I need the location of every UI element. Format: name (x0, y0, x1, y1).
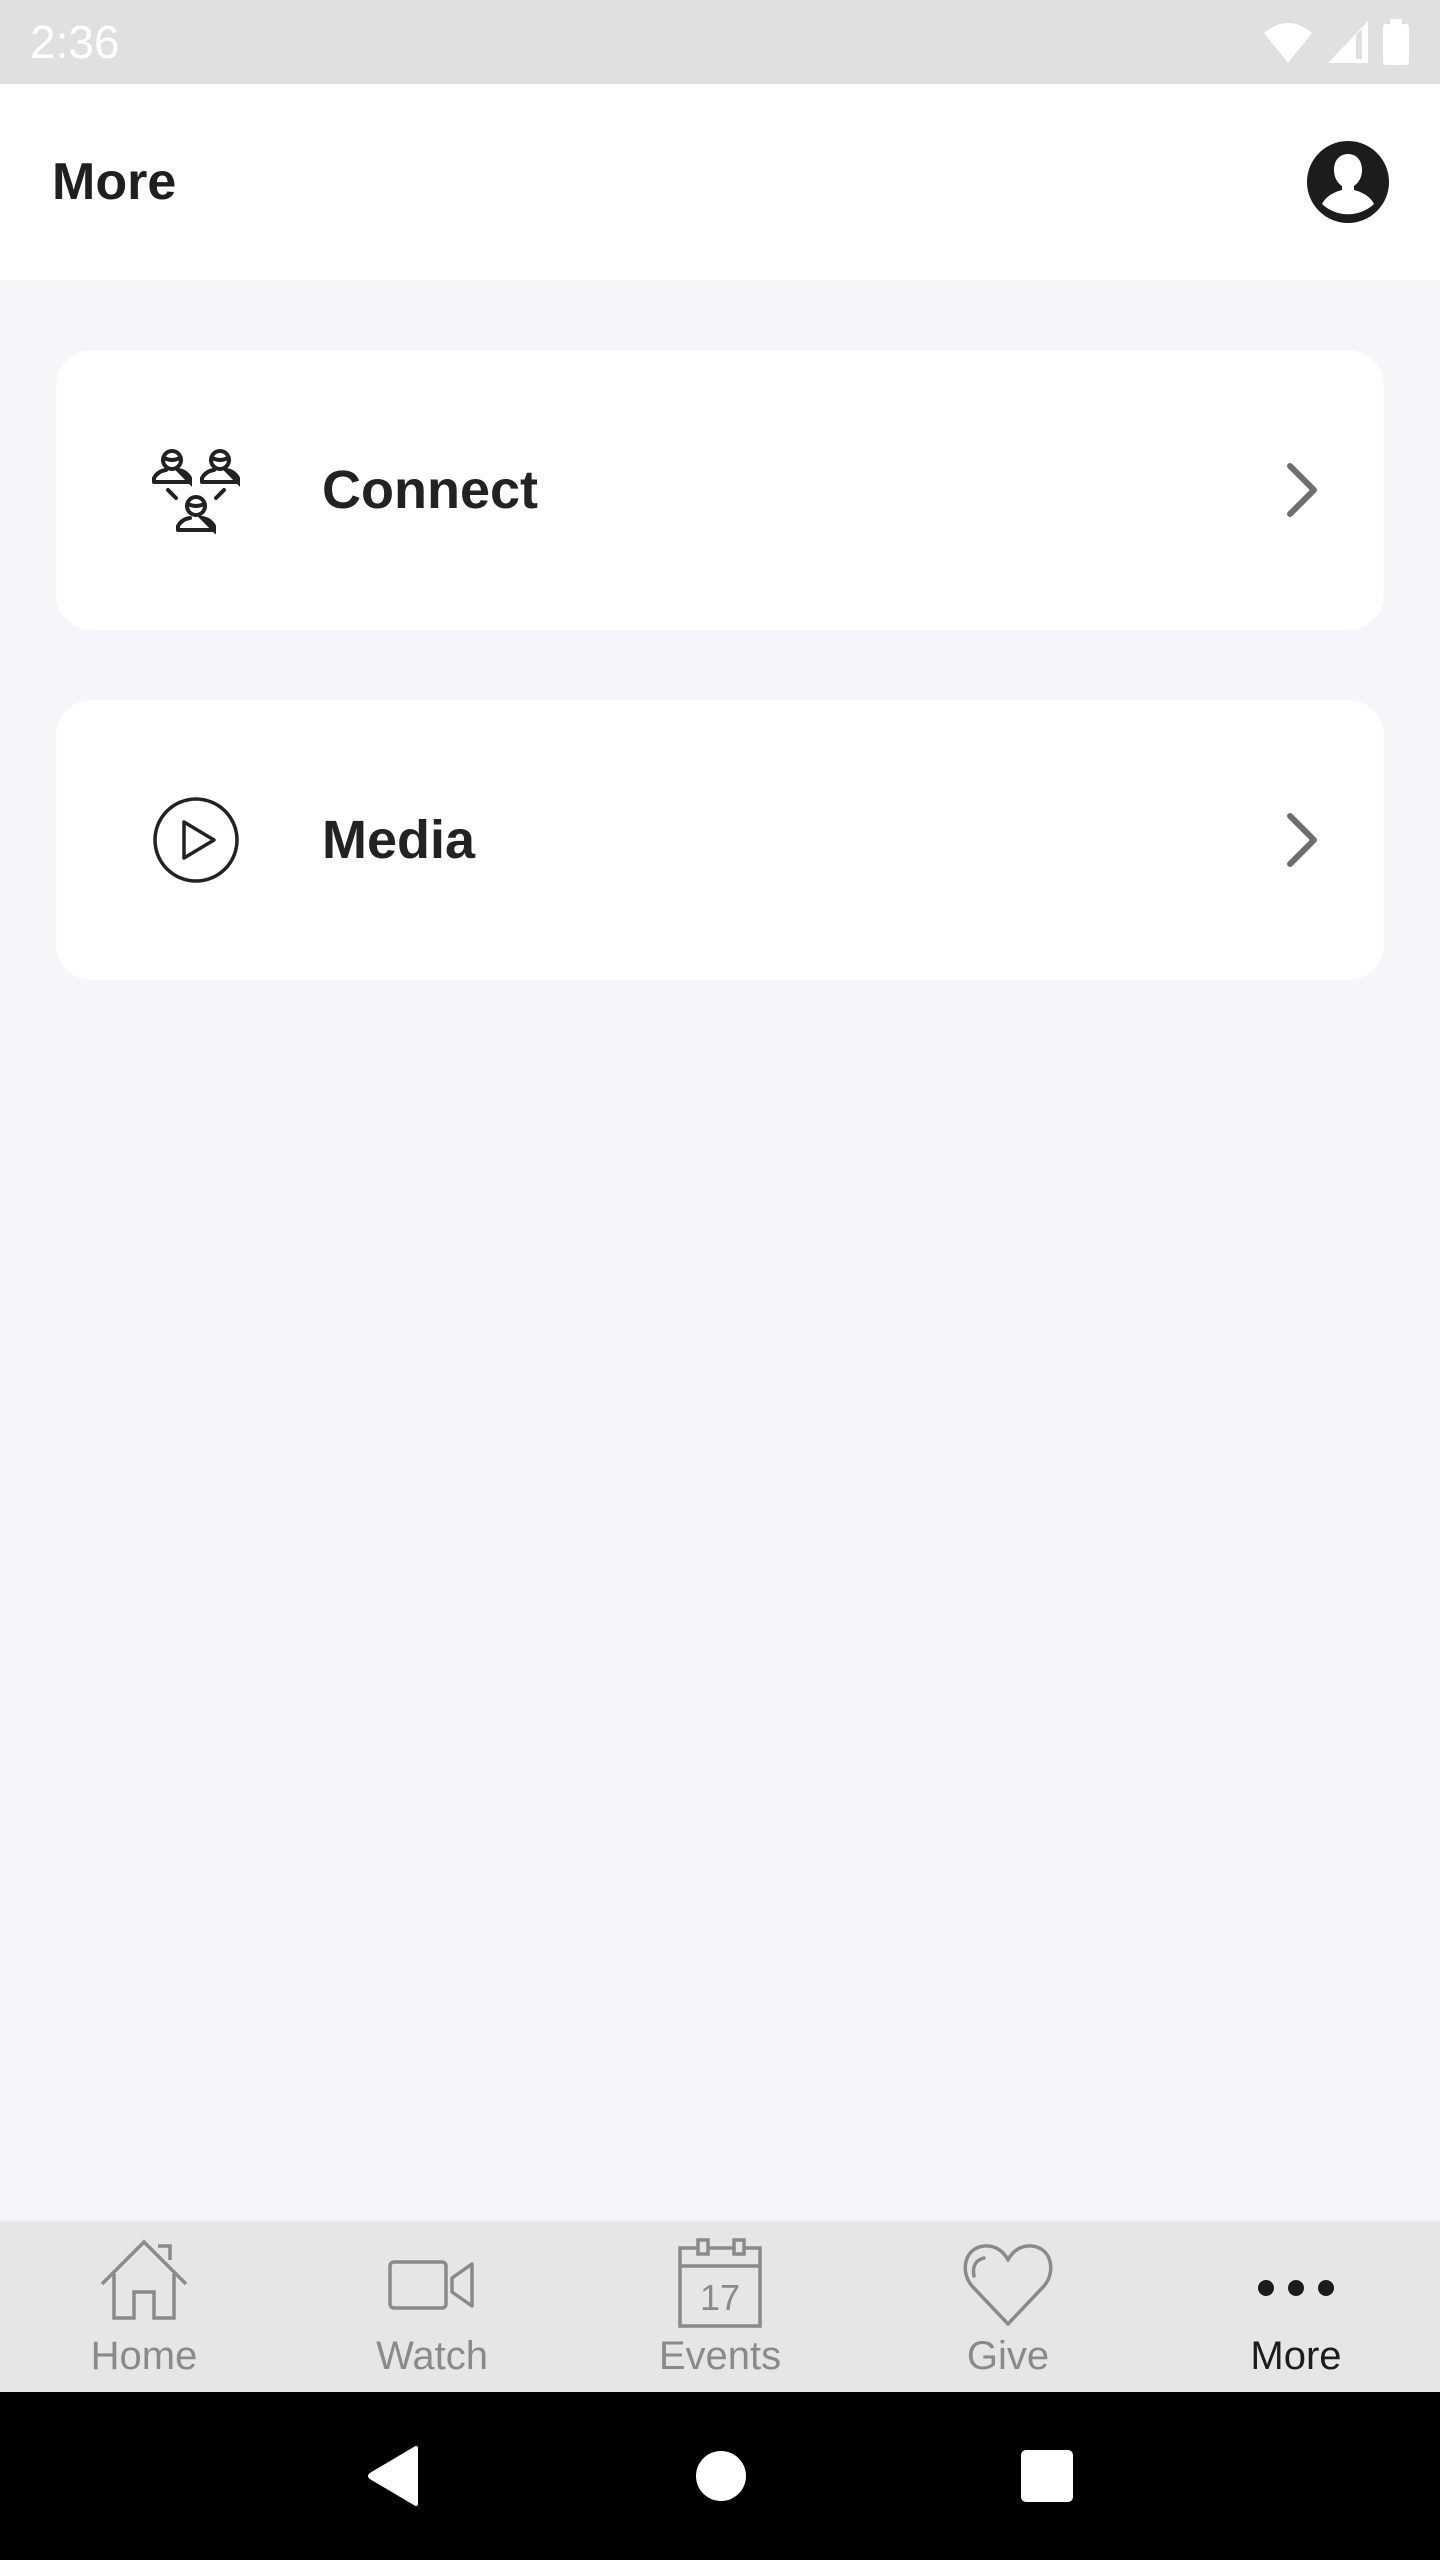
play-circle-icon (153, 797, 239, 883)
people-network-icon (152, 449, 240, 534)
nav-label: Watch (376, 2334, 488, 2378)
nav-tab-watch[interactable]: Watch (288, 2222, 576, 2392)
account-circle-icon[interactable] (1306, 140, 1390, 224)
recents-square-icon[interactable] (1020, 2449, 1074, 2503)
nav-tab-more[interactable]: More (1152, 2222, 1440, 2392)
nav-label: More (1250, 2334, 1342, 2378)
status-time: 2:36 (30, 16, 120, 68)
nav-tab-events[interactable]: 17 Events (576, 2222, 864, 2392)
app-header: More (0, 84, 1440, 280)
wifi-icon (1264, 23, 1312, 63)
more-horizontal-icon (1258, 2280, 1334, 2296)
calendar-icon: 17 (678, 2238, 762, 2328)
nav-tab-home[interactable]: Home (0, 2222, 288, 2392)
page-title: More (52, 153, 177, 211)
menu-item-label: Connect (322, 460, 538, 520)
status-bar: 2:36 (0, 0, 1440, 84)
menu-list: Connect Media (0, 280, 1440, 2220)
calendar-day: 17 (700, 2277, 740, 2318)
video-camera-icon (388, 2260, 474, 2310)
home-circle-icon[interactable] (695, 2450, 747, 2502)
nav-label: Home (90, 2334, 198, 2378)
battery-icon (1383, 19, 1409, 65)
nav-label: Events (658, 2334, 782, 2378)
system-nav-bar (0, 2392, 1440, 2560)
menu-item-connect[interactable]: Connect (56, 350, 1384, 630)
heart-icon (963, 2244, 1053, 2326)
menu-item-media[interactable]: Media (56, 700, 1384, 980)
nav-tab-give[interactable]: Give (864, 2222, 1152, 2392)
chevron-right-icon (1287, 463, 1317, 517)
home-icon (100, 2239, 188, 2320)
back-icon[interactable] (366, 2444, 422, 2508)
menu-item-label: Media (322, 810, 476, 870)
bottom-nav: Home Watch 17 Events Give More (0, 2220, 1440, 2392)
chevron-right-icon (1287, 813, 1317, 867)
status-icons (1262, 19, 1410, 65)
nav-label: Give (966, 2334, 1050, 2378)
cellular-signal-icon (1328, 21, 1368, 63)
